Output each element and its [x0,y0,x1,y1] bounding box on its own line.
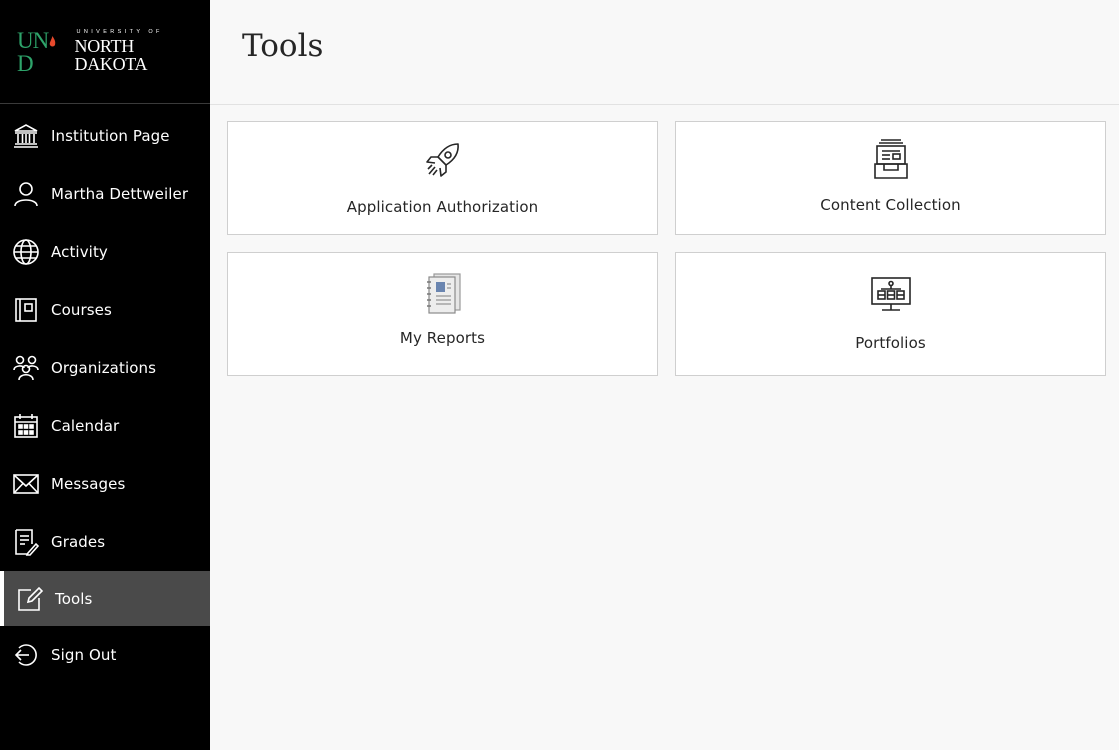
nav-label: Activity [51,243,108,261]
institution-icon [12,122,40,150]
tool-label: Portfolios [855,334,926,352]
nav-item-courses[interactable]: Courses [0,281,210,339]
tool-card-my-reports[interactable]: My Reports [227,252,658,376]
tool-card-portfolios[interactable]: Portfolios [675,252,1106,376]
organizations-icon [12,354,40,382]
nav-label: Martha Dettweiler [51,185,189,203]
nav-item-profile[interactable]: Martha Dettweiler [0,165,210,223]
flame-icon [49,35,56,46]
globe-icon [12,238,40,266]
tools-icon [16,585,44,613]
logo-small-text: UNIVERSITY OF [76,29,163,36]
nav-item-institution-page[interactable]: Institution Page [0,107,210,165]
nav-item-sign-out[interactable]: Sign Out [0,626,210,684]
nav-item-grades[interactable]: Grades [0,513,210,571]
logo-und: UND [17,29,73,75]
grades-icon [12,528,40,556]
page-title: Tools [242,28,324,64]
envelope-icon [12,470,40,498]
nav-label: Organizations [51,359,157,377]
nav-item-calendar[interactable]: Calendar [0,397,210,455]
tool-label: My Reports [399,329,486,347]
calendar-icon [12,412,40,440]
tool-label: Application Authorization [346,198,539,216]
nav-item-activity[interactable]: Activity [0,223,210,281]
nav-label: Tools [55,589,93,608]
user-icon [12,180,40,208]
tool-card-application-authorization[interactable]: Application Authorization [227,121,658,235]
reports-icon [421,272,465,316]
portfolio-icon [870,276,912,314]
university-logo[interactable]: UND UNIVERSITY OF NORTH DAKOTA [0,0,210,104]
nav-label: Grades [51,533,106,551]
nav-label: Courses [51,301,112,319]
courses-icon [12,296,40,324]
sign-out-icon [12,641,40,669]
main-content: Tools Application Authorization Content … [210,0,1119,750]
rocket-icon [423,140,463,180]
nav-label: Institution Page [51,127,170,145]
nav-item-organizations[interactable]: Organizations [0,339,210,397]
content-collection-icon [871,138,911,180]
nav-label: Messages [51,475,126,493]
nav-label: Calendar [51,417,120,435]
logo-big-text: NORTH DAKOTA [74,35,148,74]
nav-item-tools[interactable]: Tools [0,571,210,626]
tool-label: Content Collection [820,196,961,214]
tool-card-content-collection[interactable]: Content Collection [675,121,1106,235]
nav-item-messages[interactable]: Messages [0,455,210,513]
page-header: Tools [210,0,1119,105]
nav-label: Sign Out [51,646,117,664]
sidebar: UND UNIVERSITY OF NORTH DAKOTA Instituti… [0,0,210,750]
main-nav: Institution Page Martha Dettweiler Activ… [0,107,210,684]
